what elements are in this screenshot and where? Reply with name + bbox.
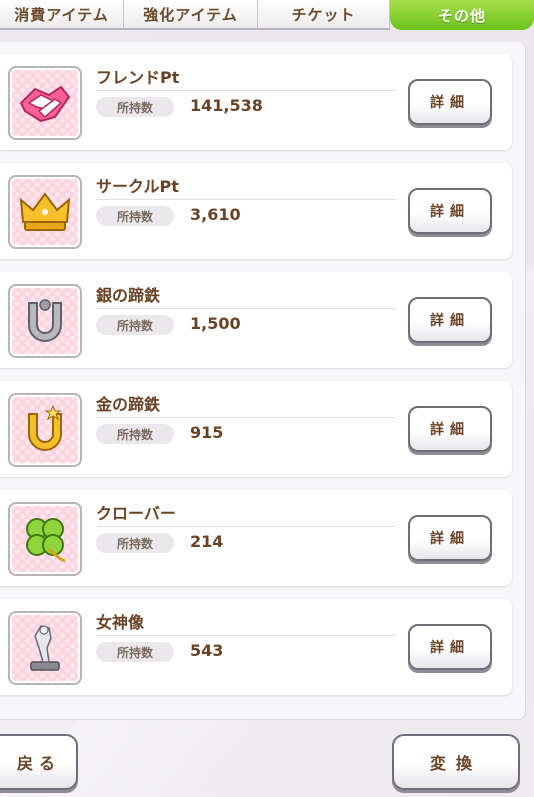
quantity-value: 3,610 [190, 205, 241, 224]
quantity-value: 1,500 [190, 314, 241, 333]
item-name: クローバー [96, 504, 176, 523]
item-icon-frame [8, 502, 82, 576]
divider [96, 635, 396, 636]
list-item: 銀の蹄鉄 所持数 1,500 詳細 [0, 272, 512, 368]
handshake-icon [19, 85, 71, 123]
quantity-label: 所持数 [96, 424, 174, 444]
quantity-label: 所持数 [96, 533, 174, 553]
item-name: フレンドPt [96, 68, 180, 87]
quantity-value: 543 [190, 641, 224, 660]
gold-horseshoe-icon [28, 404, 62, 451]
item-name: 金の蹄鉄 [96, 395, 161, 414]
quantity-label: 所持数 [96, 315, 174, 335]
list-item: 女神像 所持数 543 詳細 [0, 599, 512, 695]
item-list-panel[interactable]: フレンドPt 所持数 141,538 詳細 サークルPt 所持数 3,610 詳… [0, 42, 526, 720]
list-item: 金の蹄鉄 所持数 915 詳細 [0, 381, 512, 477]
quantity-value: 141,538 [190, 96, 263, 115]
tab-consumables[interactable]: 消費アイテム [0, 0, 124, 30]
quantity-label: 所持数 [96, 642, 174, 662]
detail-button[interactable]: 詳細 [408, 406, 492, 452]
tab-tickets[interactable]: チケット [258, 0, 390, 30]
detail-button[interactable]: 詳細 [408, 297, 492, 343]
item-icon-frame [8, 393, 82, 467]
detail-button[interactable]: 詳細 [408, 188, 492, 234]
item-icon-frame [8, 66, 82, 140]
item-icon-frame [8, 611, 82, 685]
convert-button[interactable]: 変換 [392, 734, 520, 790]
category-tabs: 消費アイテム 強化アイテム チケット その他 [0, 0, 534, 30]
crown-icon [19, 192, 71, 231]
back-button[interactable]: 戻る [0, 734, 78, 790]
item-icon-frame [8, 175, 82, 249]
item-name: サークルPt [96, 177, 179, 196]
tab-other[interactable]: その他 [390, 0, 534, 30]
detail-button[interactable]: 詳細 [408, 79, 492, 125]
silver-horseshoe-icon [28, 299, 62, 342]
quantity-value: 915 [190, 423, 224, 442]
divider [96, 417, 396, 418]
divider [96, 90, 396, 91]
quantity-label: 所持数 [96, 97, 174, 117]
quantity-label: 所持数 [96, 206, 174, 226]
divider [96, 308, 396, 309]
goddess-statue-icon [30, 625, 60, 671]
list-item: フレンドPt 所持数 141,538 詳細 [0, 54, 512, 150]
item-icon-frame [8, 284, 82, 358]
divider [96, 526, 396, 527]
list-item: クローバー 所持数 214 詳細 [0, 490, 512, 586]
clover-icon [26, 518, 66, 563]
quantity-value: 214 [190, 532, 224, 551]
item-name: 銀の蹄鉄 [96, 286, 161, 305]
item-name: 女神像 [96, 613, 145, 632]
tab-enhancement[interactable]: 強化アイテム [124, 0, 258, 30]
divider [96, 199, 396, 200]
list-item: サークルPt 所持数 3,610 詳細 [0, 163, 512, 259]
detail-button[interactable]: 詳細 [408, 624, 492, 670]
detail-button[interactable]: 詳細 [408, 515, 492, 561]
